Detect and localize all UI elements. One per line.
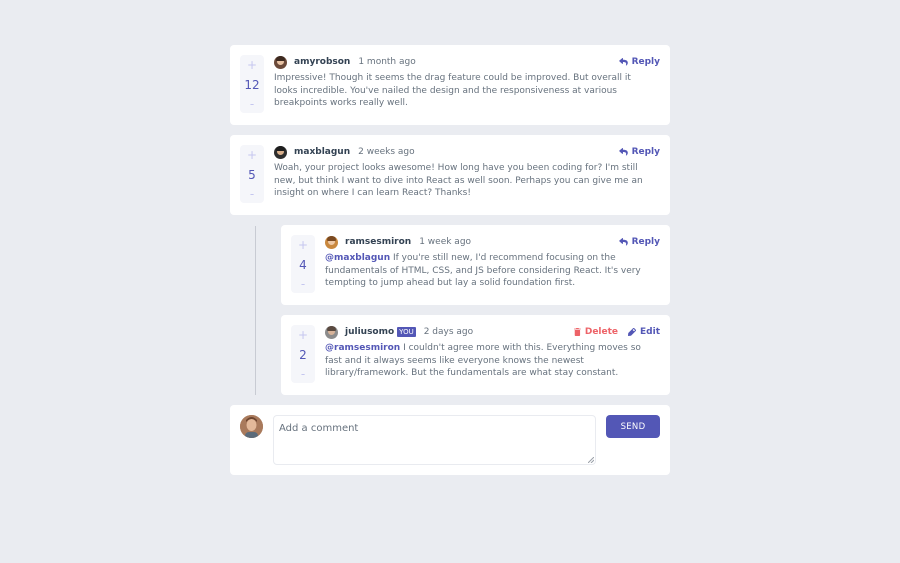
timestamp: 2 days ago [423,327,474,337]
comment-text: Impressive! Though it seems the drag fea… [274,73,631,108]
username[interactable]: ramsesmiron [345,237,411,247]
comment-actions: Reply [618,237,660,247]
reply-label: Reply [631,57,660,67]
upvote-button[interactable]: + [247,148,257,162]
comment-content: @maxblagun If you're still new, I'd reco… [325,252,648,290]
vote-widget: + 4 - [291,235,315,293]
avatar-image [240,415,263,438]
comment-actions: Reply [618,147,660,157]
send-button[interactable]: SEND [606,415,660,438]
edit-label: Edit [640,327,660,337]
trash-icon [573,328,581,336]
comment-content: Impressive! Though it seems the drag fea… [274,72,648,110]
comment-card: + 12 - amyrobson 1 month ago Reply Impre… [230,45,670,125]
username[interactable]: juliusomo [345,327,394,337]
reply-button[interactable]: Reply [618,147,660,157]
score: 2 [299,347,307,362]
vote-widget: + 5 - [240,145,264,203]
avatar [325,235,338,249]
reply-thread-line [255,226,256,395]
mention-link[interactable]: @maxblagun [325,253,390,263]
avatar [325,325,338,339]
comment-header: juliusomo YOU 2 days ago Delete Edit [325,325,660,339]
comment-header: amyrobson 1 month ago Reply [274,55,660,69]
timestamp: 1 month ago [358,57,416,67]
reply-icon [618,148,628,156]
comment-actions: Delete Edit [573,327,660,337]
comment-input[interactable] [273,415,596,465]
reply-label: Reply [631,237,660,247]
username[interactable]: amyrobson [294,57,350,67]
pencil-icon [628,328,637,336]
vote-widget: + 12 - [240,55,264,113]
mention-link[interactable]: @ramsesmiron [325,343,400,353]
downvote-button[interactable]: - [301,277,305,291]
upvote-button[interactable]: + [298,238,308,252]
resize-grip-icon[interactable] [588,457,594,463]
score: 12 [244,77,260,92]
downvote-button[interactable]: - [301,367,305,381]
username[interactable]: maxblagun [294,147,350,157]
edit-button[interactable]: Edit [628,327,660,337]
comment-text: Woah, your project looks awesome! How lo… [274,163,643,198]
delete-button[interactable]: Delete [573,327,619,337]
score: 4 [299,257,307,272]
upvote-button[interactable]: + [247,58,257,72]
reply-card: + 4 - ramsesmiron 1 week ago Reply @maxb… [281,225,670,305]
comment-header: ramsesmiron 1 week ago Reply [325,235,660,249]
avatar [274,145,287,159]
delete-label: Delete [584,327,619,337]
reply-icon [618,58,628,66]
score: 5 [248,167,256,182]
comment-content: Woah, your project looks awesome! How lo… [274,162,648,200]
current-user-avatar [240,415,263,438]
reply-card: + 2 - juliusomo YOU 2 days ago Delete Ed… [281,315,670,395]
downvote-button[interactable]: - [250,97,254,111]
vote-widget: + 2 - [291,325,315,383]
reply-icon [618,238,628,246]
timestamp: 1 week ago [419,237,472,247]
comment-card: + 5 - maxblagun 2 weeks ago Reply Woah, … [230,135,670,215]
downvote-button[interactable]: - [250,187,254,201]
upvote-button[interactable]: + [298,328,308,342]
you-badge: YOU [397,327,416,337]
comment-actions: Reply [618,57,660,67]
comment-composer: SEND [230,405,670,475]
reply-label: Reply [631,147,660,157]
comment-header: maxblagun 2 weeks ago Reply [274,145,660,159]
timestamp: 2 weeks ago [358,147,415,157]
reply-button[interactable]: Reply [618,57,660,67]
avatar [274,55,287,69]
reply-button[interactable]: Reply [618,237,660,247]
comment-content: @ramsesmiron I couldn't agree more with … [325,342,648,380]
